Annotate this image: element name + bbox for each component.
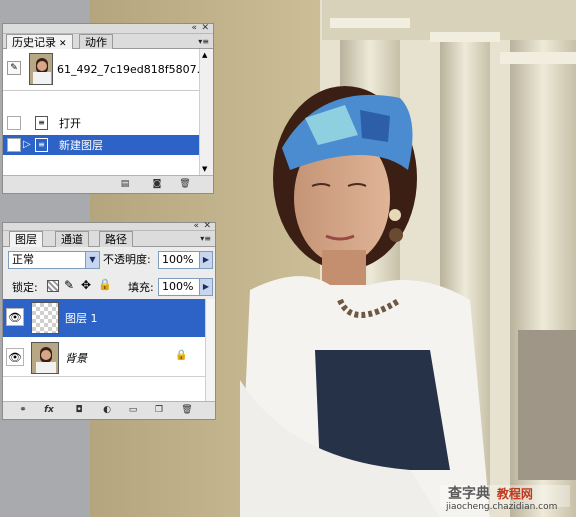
history-source-checkbox[interactable] — [7, 116, 21, 130]
history-source-checkbox[interactable] — [7, 138, 21, 152]
history-snapshot-row[interactable]: ✎ 61_492_7c19ed818f5807... — [3, 49, 213, 91]
layers-panel: « ✕ 图层 通道 路径 ▾≡ 正常 ▼ 不透明度: 100% ▶ 锁定: ✎ … — [2, 221, 216, 420]
tab-layers[interactable]: 图层 — [9, 231, 43, 247]
lock-image-pixels-icon[interactable]: ✎ — [64, 278, 74, 292]
layer-row-background[interactable]: 👁 背景 🔒 — [3, 339, 215, 377]
collapse-icon[interactable]: « — [193, 221, 199, 231]
close-icon[interactable]: ✕ — [203, 221, 211, 231]
watermark-brand-a: 查字典 — [448, 486, 490, 502]
snapshot-camera-icon[interactable]: ◙ — [151, 179, 163, 190]
history-tabbar: 历史记录 ✕ 动作 ▾≡ — [3, 34, 213, 49]
tab-close-icon[interactable]: ✕ — [59, 39, 67, 49]
layer-thumbnail-photo — [31, 342, 59, 374]
tab-layers-label: 图层 — [15, 233, 37, 246]
lock-transparency-icon[interactable] — [47, 280, 59, 292]
tab-paths-label: 路径 — [105, 233, 127, 246]
tab-actions[interactable]: 动作 — [79, 34, 113, 49]
blend-mode-value: 正常 — [12, 253, 34, 266]
tab-paths[interactable]: 路径 — [99, 231, 133, 247]
eye-visibility-icon[interactable]: 👁 — [6, 308, 24, 326]
layer-style-fx-icon[interactable]: fx — [43, 405, 55, 416]
snapshot-thumbnail — [29, 53, 53, 85]
fill-label: 填充: — [128, 281, 154, 294]
chevron-down-icon[interactable]: ▼ — [85, 252, 99, 268]
collapse-icon[interactable]: « — [191, 23, 197, 33]
adjustment-layer-icon[interactable]: ◐ — [101, 405, 113, 416]
layer-thumbnail-transparent — [31, 302, 59, 334]
layers-list: 👁 图层 1 👁 背景 🔒 — [3, 299, 215, 401]
layer-name: 背景 — [65, 352, 87, 365]
layers-scrollbar[interactable] — [205, 299, 215, 401]
history-state-icon: ≡ — [35, 138, 48, 152]
new-layer-icon[interactable]: ❐ — [153, 405, 165, 416]
eye-visibility-icon[interactable]: 👁 — [6, 348, 24, 366]
lock-all-icon[interactable]: 🔒 — [98, 278, 112, 292]
tab-history[interactable]: 历史记录 ✕ — [6, 34, 73, 49]
history-item-open[interactable]: ≡ 打开 — [3, 113, 213, 133]
layers-footer: ⚭ fx ◘ ◐ ▭ ❐ 🗑 — [3, 401, 215, 419]
scroll-up-icon[interactable]: ▲ — [202, 51, 207, 59]
blend-mode-select[interactable]: 正常 ▼ — [8, 251, 100, 269]
watermark-url: jiaocheng.chazidian.com — [446, 502, 558, 512]
lock-position-icon[interactable]: ✥ — [81, 278, 91, 292]
panel-menu-icon[interactable]: ▾≡ — [198, 37, 209, 46]
scroll-down-icon[interactable]: ▼ — [202, 165, 207, 173]
layers-panel-titlebar[interactable]: « ✕ — [3, 221, 215, 231]
trash-icon[interactable]: 🗑 — [181, 405, 193, 416]
tab-channels-label: 通道 — [61, 233, 83, 246]
snapshot-brush-icon[interactable]: ✎ — [7, 61, 21, 75]
history-footer: ▤ ◙ 🗑 — [3, 175, 213, 193]
fill-slider-arrow-icon[interactable]: ▶ — [199, 278, 213, 296]
opacity-value: 100% — [162, 253, 194, 266]
history-item-label: 打开 — [59, 117, 81, 130]
watermark-brand-b: 教程网 — [496, 487, 533, 501]
tab-actions-label: 动作 — [85, 36, 107, 49]
history-panel: « ✕ 历史记录 ✕ 动作 ▾≡ ✎ 61_492_7c19ed818f5807.… — [2, 23, 214, 194]
opacity-slider-arrow-icon[interactable]: ▶ — [199, 251, 213, 269]
new-group-folder-icon[interactable]: ▭ — [127, 405, 139, 416]
history-list: ✎ 61_492_7c19ed818f5807... ≡ 打开 ▷ ≡ 新建图层… — [3, 49, 213, 175]
history-current-state-marker-icon: ▷ — [23, 139, 31, 150]
new-document-from-state-icon[interactable]: ▤ — [119, 179, 131, 190]
layers-tabbar: 图层 通道 路径 ▾≡ — [3, 231, 215, 247]
layer-lock-icon: 🔒 — [175, 350, 188, 361]
tab-channels[interactable]: 通道 — [55, 231, 89, 247]
opacity-label: 不透明度: — [103, 253, 151, 266]
history-scrollbar[interactable]: ▲ ▼ — [199, 49, 213, 175]
fill-value: 100% — [162, 280, 194, 293]
link-layers-icon[interactable]: ⚭ — [17, 405, 29, 416]
history-state-icon: ≡ — [35, 116, 48, 130]
watermark-text: 查字典 教程网 — [448, 486, 533, 502]
fill-field[interactable]: 100% — [158, 278, 200, 296]
panel-menu-icon[interactable]: ▾≡ — [200, 234, 211, 243]
history-panel-titlebar[interactable]: « ✕ — [3, 23, 213, 34]
layer-name: 图层 1 — [65, 312, 98, 325]
lock-label: 锁定: — [12, 281, 38, 294]
snapshot-name: 61_492_7c19ed818f5807... — [57, 63, 208, 76]
trash-icon[interactable]: 🗑 — [179, 179, 191, 190]
opacity-field[interactable]: 100% — [158, 251, 200, 269]
history-item-label: 新建图层 — [59, 139, 103, 152]
add-mask-icon[interactable]: ◘ — [73, 405, 85, 416]
tab-history-label: 历史记录 — [12, 36, 56, 49]
layer-row-layer1[interactable]: 👁 图层 1 — [3, 299, 215, 337]
history-item-new-layer[interactable]: ▷ ≡ 新建图层 — [3, 135, 213, 155]
close-icon[interactable]: ✕ — [201, 23, 209, 33]
